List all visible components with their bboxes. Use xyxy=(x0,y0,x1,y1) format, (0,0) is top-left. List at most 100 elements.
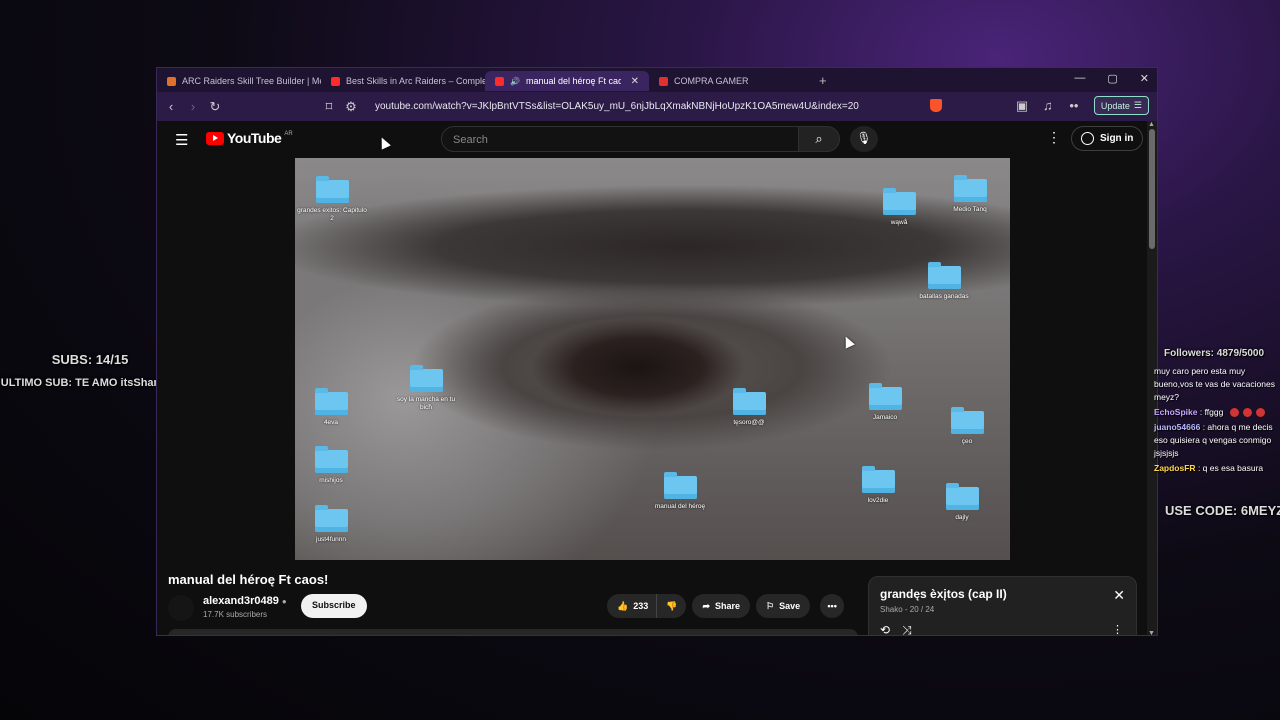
brave-shield-icon[interactable] xyxy=(929,99,942,112)
channel-name-text: alexand3r0489 xyxy=(203,595,279,607)
desktop-folder: Medio Tanq xyxy=(935,175,1005,214)
followers-counter: Followers: 4879/5000 xyxy=(1164,348,1265,359)
youtube-header: ☰ YouTube AR Search ⌕ 🎙 ⋮ Sign in xyxy=(157,121,1147,155)
tab-label: ARC Raiders Skill Tree Builder | Metafo xyxy=(182,76,321,86)
video-actions: 👍 233 👎 ➦ Share ⚐ Save ••• xyxy=(607,594,845,618)
folder-label: manual del héroę xyxy=(654,503,706,510)
scroll-thumb[interactable] xyxy=(1149,129,1155,249)
tab-arc-raiders-builder[interactable]: ARC Raiders Skill Tree Builder | Metafo xyxy=(157,71,321,91)
reload-icon[interactable]: ↻ xyxy=(209,99,221,115)
desktop-folder: mishijos xyxy=(296,446,366,485)
description-box[interactable] xyxy=(168,629,858,635)
chat-message: muy caro pero esta muy bueno,vos te vas … xyxy=(1154,365,1276,404)
chat-text: muy caro pero esta muy bueno,vos te vas … xyxy=(1154,366,1275,402)
folder-icon xyxy=(663,472,697,499)
youtube-play-icon xyxy=(206,131,224,145)
share-icon: ➦ xyxy=(702,600,711,611)
site-info-icon[interactable]: ⚙ xyxy=(345,99,357,115)
search-input[interactable]: Search xyxy=(441,126,799,152)
tab-manual-del-heroe[interactable]: 🔊 manual del héroę Ft caos! - YouTube ✕ xyxy=(485,71,649,91)
channel-name[interactable]: alexand3r0489 ● xyxy=(203,595,287,607)
search-icon: ⌕ xyxy=(815,131,823,146)
close-window-icon[interactable]: ✕ xyxy=(1140,72,1149,85)
sign-in-label: Sign in xyxy=(1100,133,1134,144)
desktop-folder: wąwå xyxy=(864,188,934,227)
folder-icon xyxy=(409,365,443,392)
update-button[interactable]: Update ☰ xyxy=(1093,96,1149,115)
minimize-icon[interactable]: — xyxy=(1074,72,1085,85)
url-field[interactable]: youtube.com/watch?v=JKlpBntVTSs&list=OLA… xyxy=(375,101,859,112)
subs-counter: SUBS: 14/15 xyxy=(51,352,129,367)
bookmark-icon: ⚐ xyxy=(766,600,775,611)
microphone-icon: 🎙 xyxy=(856,131,872,145)
last-sub: ULTIMO SUB: TE AMO itsShanime xyxy=(0,377,180,389)
subscribe-button[interactable]: Subscribe xyxy=(301,594,367,618)
chat-user: juano54666 xyxy=(1154,422,1201,432)
desktop-folder: dajly xyxy=(927,483,997,522)
chat-text: : ffggg xyxy=(1199,407,1224,417)
close-icon[interactable]: ✕ xyxy=(1113,587,1125,604)
maximize-icon[interactable]: ▢ xyxy=(1107,72,1117,85)
close-tab-icon[interactable]: ✕ xyxy=(631,76,639,87)
verified-icon: ● xyxy=(281,597,287,606)
loop-icon[interactable]: ⟲ xyxy=(880,623,890,635)
desktop-folder: lov2die xyxy=(843,466,913,505)
address-bar: ‹ › ↻ ⌑ ⚙ youtube.com/watch?v=JKlpBntVTS… xyxy=(157,92,1157,121)
scroll-up-icon[interactable]: ▲ xyxy=(1148,121,1155,128)
bookmark-icon[interactable]: ⌑ xyxy=(323,99,335,115)
folder-icon xyxy=(314,446,348,473)
folder-icon xyxy=(927,262,961,289)
playlist-more-icon[interactable]: ⋮ xyxy=(1112,623,1123,635)
media-icon[interactable]: ▣ xyxy=(1016,98,1028,114)
share-label: Share xyxy=(715,601,741,611)
scroll-down-icon[interactable]: ▼ xyxy=(1148,630,1155,635)
search-button[interactable]: ⌕ xyxy=(798,126,840,152)
like-count: 233 xyxy=(633,601,649,611)
like-button[interactable]: 👍 233 xyxy=(607,594,657,618)
tab-label: Best Skills in Arc Raiders – Complete Gu xyxy=(346,76,485,86)
tab-compra-gamer[interactable]: COMPRA GAMER xyxy=(649,71,813,91)
desktop-folder: çeo xyxy=(932,407,1002,446)
tab-label: manual del héroę Ft caos! - YouTube xyxy=(525,76,621,86)
menu-icon: ☰ xyxy=(1133,100,1142,110)
folder-label: Medio Tanq xyxy=(953,206,987,213)
desktop-folder: tęsoro@@ xyxy=(714,388,784,427)
back-icon[interactable]: ‹ xyxy=(165,99,177,114)
extensions-icon[interactable]: •• xyxy=(1068,98,1080,113)
folder-label: grandes exitos: Capitulo 2 xyxy=(297,207,367,222)
music-icon[interactable]: ♫ xyxy=(1042,98,1054,113)
hamburger-menu-icon[interactable]: ☰ xyxy=(175,131,188,149)
shuffle-icon[interactable]: ⤨ xyxy=(902,623,912,635)
video-title: manual del héroę Ft caos! xyxy=(168,572,329,587)
tab-strip: ARC Raiders Skill Tree Builder | Metafo … xyxy=(157,68,1157,92)
youtube-logo[interactable]: YouTube AR xyxy=(206,130,293,146)
share-button[interactable]: ➦ Share xyxy=(692,594,751,618)
voice-search-button[interactable]: 🎙 xyxy=(850,126,878,152)
thumbs-down-icon: 👎 xyxy=(666,600,678,611)
folder-icon xyxy=(868,383,902,410)
folder-label: soy la mancha en tu bicħ xyxy=(396,396,456,411)
folder-label: wąwå xyxy=(890,219,908,226)
folder-icon xyxy=(314,388,348,415)
channel-avatar[interactable] xyxy=(168,595,194,621)
youtube-favicon-icon xyxy=(331,76,340,86)
folder-icon xyxy=(314,505,348,532)
folder-icon xyxy=(732,388,766,415)
folder-label: Jamaico xyxy=(872,414,898,421)
account-icon xyxy=(1081,132,1094,145)
stream-overlay-left: SUBS: 14/15 ULTIMO SUB: TE AMO itsShanim… xyxy=(0,352,180,389)
more-actions-button[interactable]: ••• xyxy=(820,594,845,618)
sign-in-button[interactable]: Sign in xyxy=(1071,126,1144,151)
update-label: Update xyxy=(1100,100,1130,111)
more-options-icon[interactable]: ⋮ xyxy=(1047,129,1061,146)
forward-icon[interactable]: › xyxy=(187,99,199,114)
playlist-title[interactable]: grandęs èxįtos (cap II) xyxy=(880,587,1125,601)
dislike-button[interactable]: 👎 xyxy=(656,594,687,618)
desktop-folder: grandes exitos: Capitulo 2 xyxy=(297,176,367,223)
tab-best-skills[interactable]: Best Skills in Arc Raiders – Complete Gu xyxy=(321,71,485,91)
playlist-controls: ⟲ ⤨ xyxy=(880,623,912,635)
save-button[interactable]: ⚐ Save xyxy=(756,594,811,618)
folder-label: lov2die xyxy=(867,497,889,504)
video-player[interactable]: grandes exitos: Capitulo 2 wąwå Medio Ta… xyxy=(295,158,1010,560)
new-tab-button[interactable]: + xyxy=(819,73,827,88)
